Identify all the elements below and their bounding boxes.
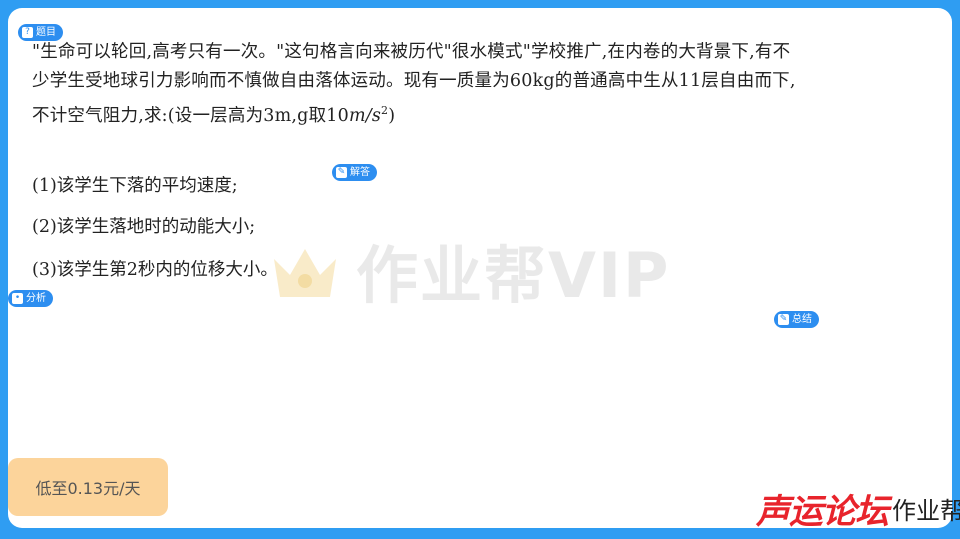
tag-answer-label: 解答 xyxy=(350,166,370,178)
question-line-3-prefix: 不计空气阻力,求:(设一层高为3m,g取10 xyxy=(32,105,349,126)
lightbulb-icon: • xyxy=(12,293,23,304)
tag-summary-label: 总结 xyxy=(792,313,812,325)
bottom-logo: 声运论坛 作业帮VIP xyxy=(756,484,960,533)
sub-question-2: (2)该学生落地时的动能大小; xyxy=(32,217,256,237)
pencil-icon: ✎ xyxy=(336,167,347,178)
forum-logo-text: 声运论坛 xyxy=(756,492,889,532)
sub-question-1: (1)该学生下落的平均速度; xyxy=(32,176,238,196)
tag-answer[interactable]: ✎ 解答 xyxy=(332,164,377,181)
question-line-1: "生命可以轮回,高考只有一次。"这句格言向来被历代"很水模式"学校推广,在内卷的… xyxy=(32,42,791,62)
question-icon: ? xyxy=(22,27,33,38)
question-line-3-suffix: ) xyxy=(388,105,396,126)
edit-icon: ✎ xyxy=(778,314,789,325)
tag-analysis[interactable]: • 分析 xyxy=(8,290,53,307)
price-button[interactable]: 低至0.13元/天 xyxy=(8,458,168,516)
question-unit: m/s xyxy=(348,105,382,126)
brand-logo-text: 作业帮VIP xyxy=(892,497,960,525)
tag-analysis-label: 分析 xyxy=(26,292,46,304)
tag-question-label: 题目 xyxy=(36,26,56,38)
question-text: "生命可以轮回,高考只有一次。"这句格言向来被历代"很水模式"学校推广,在内卷的… xyxy=(32,38,932,131)
sub-question-3: (3)该学生第2秒内的位移大小。 xyxy=(32,260,278,280)
question-line-3: 不计空气阻力,求:(设一层高为3m,g取10m/s2) xyxy=(32,96,932,131)
question-line-2: 少学生受地球引力影响而不慎做自由落体运动。现有一质量为60kg的普通高中生从11… xyxy=(32,71,796,91)
tag-summary[interactable]: ✎ 总结 xyxy=(774,311,819,328)
